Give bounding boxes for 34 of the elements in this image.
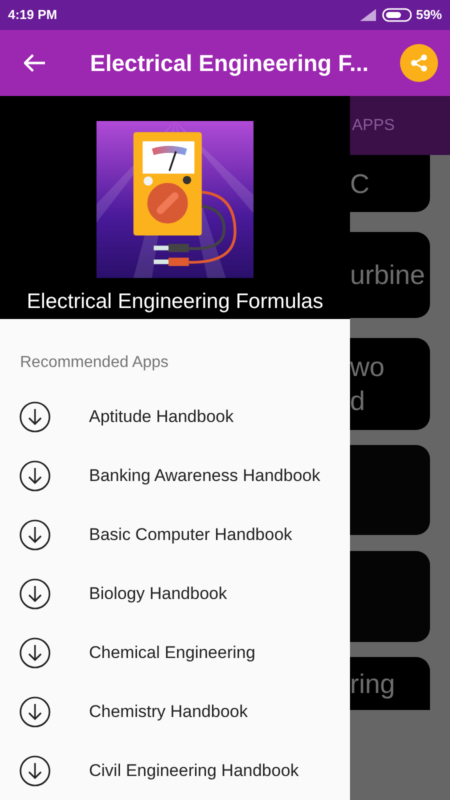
share-button[interactable] — [400, 44, 438, 82]
battery-icon — [382, 8, 412, 22]
drawer-item[interactable]: Basic Computer Handbook — [0, 505, 350, 564]
download-icon — [19, 578, 51, 610]
download-icon — [19, 518, 51, 550]
card-title: C — [350, 168, 370, 200]
download-icon — [19, 754, 51, 786]
back-icon — [24, 54, 46, 72]
multimeter-icon — [96, 121, 254, 278]
card[interactable]: wo d — [350, 338, 430, 430]
card-title: urbine — [350, 259, 426, 292]
drawer-item[interactable]: Chemical Engineering — [0, 623, 350, 682]
card-title: ring — [350, 668, 396, 700]
battery-level: 59% — [416, 6, 442, 24]
card-title: wo — [350, 351, 386, 384]
share-icon — [410, 54, 428, 72]
download-icon — [19, 460, 51, 492]
section-heading: Recommended Apps — [20, 353, 170, 373]
drawer-item[interactable]: Aptitude Handbook — [0, 387, 350, 446]
toolbar-title: Electrical Engineering F... — [90, 48, 369, 78]
download-icon — [19, 400, 51, 432]
card[interactable]: ring — [350, 657, 430, 710]
status-time: 4:19 PM — [8, 6, 58, 24]
download-icon — [19, 696, 51, 728]
drawer-item[interactable]: Civil Engineering Handbook — [0, 741, 350, 800]
drawer-item[interactable]: Banking Awareness Handbook — [0, 446, 350, 505]
card-title: d — [350, 385, 366, 418]
app-name: Electrical Engineering Formulas — [26, 289, 324, 315]
card[interactable]: urbine — [350, 232, 430, 318]
drawer-item[interactable]: Chemistry Handbook — [0, 682, 350, 741]
drawer-item[interactable]: Biology Handbook — [0, 564, 350, 623]
download-icon — [19, 636, 51, 668]
card[interactable]: C — [350, 155, 430, 212]
signal-icon — [360, 9, 376, 21]
